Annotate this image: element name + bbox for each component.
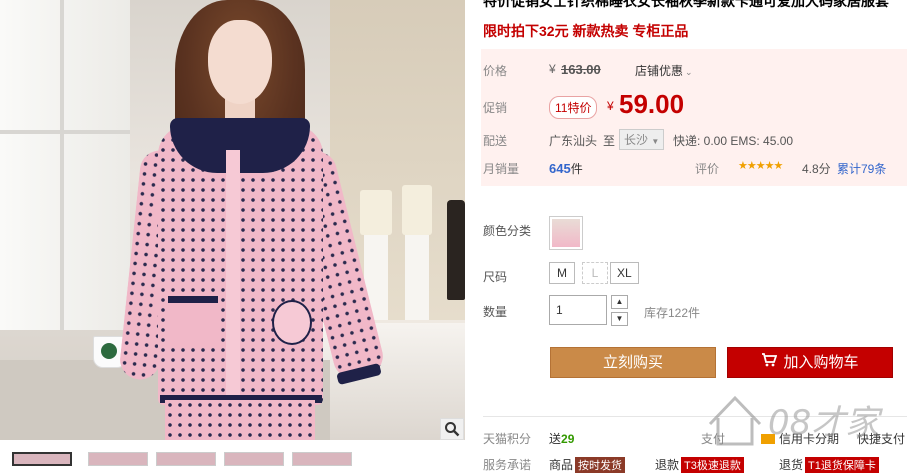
service-refund[interactable]: 退款 T3极速退款 xyxy=(655,456,744,473)
cartoon-mouse-print xyxy=(272,300,312,345)
points-label: 天猫积分 xyxy=(483,432,532,446)
product-subtitle: 限时拍下32元 新款热卖 专柜正品 xyxy=(483,23,689,39)
original-price: 163.00 xyxy=(561,62,601,77)
ship-to-value: 长沙 xyxy=(624,133,649,147)
pajama-pocket xyxy=(168,296,218,346)
shipping-label: 配送 xyxy=(483,134,508,148)
service-return-tag: T1退货保障卡 xyxy=(805,457,879,473)
product-main-image[interactable] xyxy=(0,0,465,440)
product-title: 特价促销女士针织棉睡衣女长袖秋季新款卡通可爱加大码家居服套 xyxy=(483,0,889,9)
cart-icon-svg xyxy=(762,353,778,367)
mug-logo xyxy=(101,343,117,359)
watermark-text: 08才家 xyxy=(768,403,883,443)
service-return[interactable]: 退货 T1退货保障卡 xyxy=(779,456,879,473)
star-rating-icon: ★★★★★ xyxy=(738,160,783,172)
points-value: 送29 xyxy=(549,430,574,447)
magnifier-icon-svg xyxy=(445,422,460,437)
points-prefix: 送 xyxy=(549,432,562,446)
points-number: 29 xyxy=(561,432,575,446)
service-return-label: 退货 xyxy=(779,458,804,472)
candle xyxy=(402,185,432,235)
color-label: 颜色分类 xyxy=(483,224,532,238)
quantity-input[interactable] xyxy=(549,295,607,325)
stock-count: 库存122件 xyxy=(644,306,701,320)
magnifier-icon[interactable] xyxy=(440,418,464,440)
quantity-increase-button[interactable]: ▲ xyxy=(611,295,628,309)
promo-label: 促销 xyxy=(483,101,508,115)
ship-to-select[interactable]: 长沙 ▼ xyxy=(619,129,665,150)
chevron-down-icon: ⌄ xyxy=(685,67,693,77)
candle xyxy=(360,190,392,235)
quantity-decrease-button[interactable]: ▼ xyxy=(611,312,628,326)
size-label: 尺码 xyxy=(483,270,508,284)
buy-now-button[interactable]: 立刻购买 xyxy=(550,347,716,378)
size-option-xl[interactable]: XL xyxy=(610,262,639,284)
promo-tag: 11特价 xyxy=(549,96,598,119)
ship-to-label: 至 xyxy=(603,134,616,148)
service-refund-tag: T3极速退款 xyxy=(681,457,744,473)
color-option[interactable] xyxy=(549,216,583,250)
currency-symbol: ¥ xyxy=(549,62,556,76)
service-shipping-tag: 按时发货 xyxy=(575,457,626,473)
service-refund-label: 退款 xyxy=(655,458,680,472)
cart-icon xyxy=(761,348,778,378)
watermark-logo-svg: 08才家 xyxy=(708,395,883,446)
review-label: 评价 xyxy=(695,162,720,176)
site-watermark: 08才家 xyxy=(700,384,900,454)
thumbnail-strip xyxy=(0,452,465,466)
review-score: 4.8分 xyxy=(802,162,831,176)
size-option-m[interactable]: M xyxy=(549,262,575,284)
chevron-down-icon: ▼ xyxy=(651,137,660,146)
model-face xyxy=(208,20,272,104)
wine-bottle xyxy=(447,200,465,300)
thumbnail[interactable] xyxy=(12,452,72,466)
shipping-fee: 快递: 0.00 EMS: 45.00 xyxy=(673,134,794,148)
quantity-label: 数量 xyxy=(483,305,508,319)
review-count-link[interactable]: 累计79条 xyxy=(837,160,886,177)
service-shipping-label: 商品 xyxy=(549,458,574,472)
shop-discount-dropdown[interactable]: 店铺优惠 ⌄ xyxy=(635,62,693,79)
service-label: 服务承诺 xyxy=(483,458,532,472)
thumbnail[interactable] xyxy=(88,452,148,466)
shop-discount-label: 店铺优惠 xyxy=(635,64,684,78)
promo-currency: ¥ xyxy=(607,99,614,113)
monthly-sales-count: 645件 xyxy=(549,160,583,177)
pajama-pants xyxy=(165,400,315,440)
service-shipping[interactable]: 商品 按时发货 xyxy=(549,456,626,473)
size-option-l[interactable]: L xyxy=(582,262,608,284)
background-window xyxy=(0,0,130,330)
candle-holder xyxy=(405,235,429,320)
monthly-sales-label: 月销量 xyxy=(483,162,520,176)
sales-count: 645 xyxy=(549,161,571,176)
pajama-placket xyxy=(226,150,240,405)
promo-price: 59.00 xyxy=(619,89,685,119)
ship-from: 广东汕头 xyxy=(549,134,598,148)
color-option-thumbnail xyxy=(552,219,580,247)
thumbnail[interactable] xyxy=(224,452,284,466)
thumbnail[interactable] xyxy=(156,452,216,466)
add-to-cart-button[interactable]: 加入购物车 xyxy=(727,347,893,378)
add-to-cart-label: 加入购物车 xyxy=(783,354,859,371)
price-label: 价格 xyxy=(483,64,508,78)
thumbnail[interactable] xyxy=(292,452,352,466)
sales-unit: 件 xyxy=(570,162,583,176)
pajama-collar xyxy=(170,118,310,173)
